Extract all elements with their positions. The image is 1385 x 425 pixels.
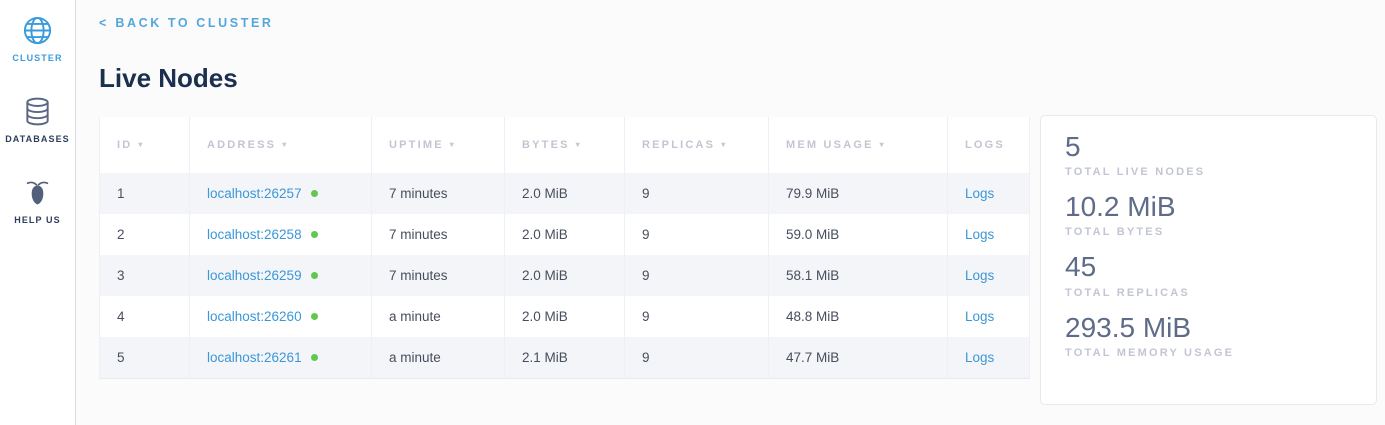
globe-icon [22,15,53,46]
cell-replicas: 9 [625,214,769,255]
cell-logs: Logs [948,296,1030,337]
node-address-link[interactable]: localhost:26260 [207,309,302,324]
live-status-dot-icon [311,231,318,238]
node-address-link[interactable]: localhost:26261 [207,350,302,365]
table-row: 5 localhost:26261 a minute 2.1 MiB 9 47.… [100,337,1030,378]
stat-label: TOTAL LIVE NODES [1065,166,1352,178]
bug-icon [22,177,53,208]
cell-uptime: a minute [372,296,505,337]
back-link-label: BACK TO CLUSTER [115,16,273,30]
live-status-dot-icon [311,190,318,197]
column-header-id[interactable]: ID▾ [100,117,190,173]
table-header-row: ID▾ ADDRESS▾ UPTIME▾ BYTES▾ REPLICAS▾ [100,117,1030,173]
cell-bytes: 2.0 MiB [505,255,625,296]
sidebar-item-help-us[interactable]: HELP US [0,177,75,225]
cell-replicas: 9 [625,337,769,378]
stat-value: 10.2 MiB [1065,191,1352,223]
table-row: 3 localhost:26259 7 minutes 2.0 MiB 9 58… [100,255,1030,296]
stat-label: TOTAL MEMORY USAGE [1065,347,1352,359]
back-to-cluster-link[interactable]: < BACK TO CLUSTER [99,16,274,30]
cell-logs: Logs [948,255,1030,296]
cell-node-id: 2 [100,214,190,255]
cell-bytes: 2.1 MiB [505,337,625,378]
cell-logs: Logs [948,337,1030,378]
stat-value: 293.5 MiB [1065,312,1352,344]
cell-mem-usage: 59.0 MiB [769,214,948,255]
stat-value: 5 [1065,131,1352,163]
page-title: Live Nodes [99,63,1377,94]
content-row: ID▾ ADDRESS▾ UPTIME▾ BYTES▾ REPLICAS▾ [99,117,1377,405]
table-row: 4 localhost:26260 a minute 2.0 MiB 9 48.… [100,296,1030,337]
cell-mem-usage: 79.9 MiB [769,173,948,214]
cell-uptime: 7 minutes [372,214,505,255]
cell-address: localhost:26258 [190,214,372,255]
cell-mem-usage: 58.1 MiB [769,255,948,296]
sidebar: CLUSTER DATABASES HELP US [0,0,76,425]
cell-mem-usage: 48.8 MiB [769,296,948,337]
column-header-bytes[interactable]: BYTES▾ [505,117,625,173]
stat-label: TOTAL REPLICAS [1065,287,1352,299]
logs-link[interactable]: Logs [965,309,994,324]
cell-replicas: 9 [625,173,769,214]
cell-bytes: 2.0 MiB [505,214,625,255]
cell-node-id: 5 [100,337,190,378]
sort-arrow-icon: ▾ [450,140,456,149]
node-address-link[interactable]: localhost:26257 [207,186,302,201]
stat-total-bytes: 10.2 MiB TOTAL BYTES [1065,191,1352,238]
cell-bytes: 2.0 MiB [505,173,625,214]
cell-replicas: 9 [625,296,769,337]
cell-address: localhost:26260 [190,296,372,337]
sort-arrow-icon: ▾ [721,140,727,149]
stat-total-live-nodes: 5 TOTAL LIVE NODES [1065,131,1352,178]
logs-link[interactable]: Logs [965,227,994,242]
sort-arrow-icon: ▾ [138,140,144,149]
cell-node-id: 1 [100,173,190,214]
sidebar-item-label: CLUSTER [12,53,62,63]
cluster-summary-card: 5 TOTAL LIVE NODES 10.2 MiB TOTAL BYTES … [1040,115,1377,405]
cell-replicas: 9 [625,255,769,296]
cell-address: localhost:26261 [190,337,372,378]
table-row: 1 localhost:26257 7 minutes 2.0 MiB 9 79… [100,173,1030,214]
live-nodes-table: ID▾ ADDRESS▾ UPTIME▾ BYTES▾ REPLICAS▾ [99,117,1030,379]
cell-node-id: 3 [100,255,190,296]
cell-logs: Logs [948,173,1030,214]
logs-link[interactable]: Logs [965,186,994,201]
cell-node-id: 4 [100,296,190,337]
stat-value: 45 [1065,251,1352,283]
table-row: 2 localhost:26258 7 minutes 2.0 MiB 9 59… [100,214,1030,255]
sidebar-item-cluster[interactable]: CLUSTER [0,15,75,63]
sort-arrow-icon: ▾ [282,140,288,149]
sidebar-item-label: DATABASES [5,134,70,144]
sort-arrow-icon: ▾ [880,140,886,149]
cell-address: localhost:26257 [190,173,372,214]
sidebar-item-databases[interactable]: DATABASES [0,96,75,144]
column-header-replicas[interactable]: REPLICAS▾ [625,117,769,173]
live-status-dot-icon [311,354,318,361]
sort-arrow-icon: ▾ [576,140,582,149]
column-header-uptime[interactable]: UPTIME▾ [372,117,505,173]
cell-mem-usage: 47.7 MiB [769,337,948,378]
node-address-link[interactable]: localhost:26259 [207,268,302,283]
sidebar-item-label: HELP US [14,215,61,225]
live-status-dot-icon [311,272,318,279]
cell-uptime: 7 minutes [372,255,505,296]
cell-logs: Logs [948,214,1030,255]
main-content: < BACK TO CLUSTER Live Nodes ID▾ ADDRESS▾ [76,0,1385,425]
column-header-mem-usage[interactable]: MEM USAGE▾ [769,117,948,173]
cell-uptime: 7 minutes [372,173,505,214]
column-header-address[interactable]: ADDRESS▾ [190,117,372,173]
live-status-dot-icon [311,313,318,320]
cell-address: localhost:26259 [190,255,372,296]
logs-link[interactable]: Logs [965,350,994,365]
logs-link[interactable]: Logs [965,268,994,283]
back-chevron-icon: < [99,16,106,30]
stat-total-replicas: 45 TOTAL REPLICAS [1065,251,1352,298]
stat-total-memory-usage: 293.5 MiB TOTAL MEMORY USAGE [1065,312,1352,359]
column-header-logs: LOGS [948,117,1030,173]
stat-label: TOTAL BYTES [1065,226,1352,238]
cell-bytes: 2.0 MiB [505,296,625,337]
database-icon [22,96,53,127]
node-address-link[interactable]: localhost:26258 [207,227,302,242]
cell-uptime: a minute [372,337,505,378]
